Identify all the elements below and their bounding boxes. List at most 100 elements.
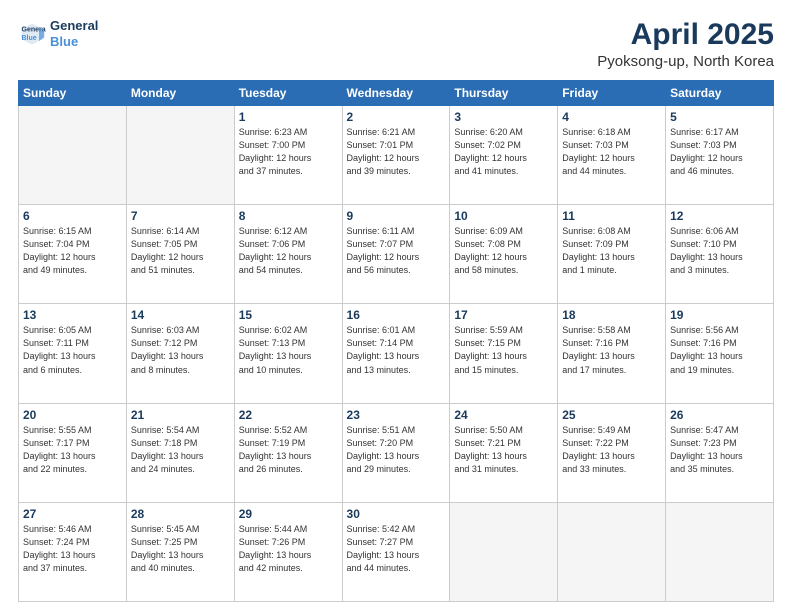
col-monday: Monday <box>126 81 234 106</box>
day-number: 30 <box>347 507 446 521</box>
day-number: 2 <box>347 110 446 124</box>
day-number: 22 <box>239 408 338 422</box>
page: General Blue General Blue April 2025 Pyo… <box>0 0 792 612</box>
day-number: 17 <box>454 308 553 322</box>
day-cell: 6 Sunrise: 6:15 AM Sunset: 7:04 PM Daylig… <box>19 205 127 304</box>
day-cell: 29 Sunrise: 5:44 AM Sunset: 7:26 PM Dayli… <box>234 502 342 601</box>
day-number: 10 <box>454 209 553 223</box>
day-cell: 19 Sunrise: 5:56 AM Sunset: 7:16 PM Dayli… <box>666 304 774 403</box>
day-cell: 7 Sunrise: 6:14 AM Sunset: 7:05 PM Daylig… <box>126 205 234 304</box>
day-info: Sunrise: 5:47 AM Sunset: 7:23 PM Dayligh… <box>670 424 769 476</box>
day-cell: 26 Sunrise: 5:47 AM Sunset: 7:23 PM Dayli… <box>666 403 774 502</box>
day-cell: 13 Sunrise: 6:05 AM Sunset: 7:11 PM Dayli… <box>19 304 127 403</box>
day-number: 6 <box>23 209 122 223</box>
day-number: 5 <box>670 110 769 124</box>
day-info: Sunrise: 5:44 AM Sunset: 7:26 PM Dayligh… <box>239 523 338 575</box>
day-number: 21 <box>131 408 230 422</box>
day-info: Sunrise: 6:17 AM Sunset: 7:03 PM Dayligh… <box>670 126 769 178</box>
day-info: Sunrise: 6:05 AM Sunset: 7:11 PM Dayligh… <box>23 324 122 376</box>
day-info: Sunrise: 5:50 AM Sunset: 7:21 PM Dayligh… <box>454 424 553 476</box>
week-row-1: 1 Sunrise: 6:23 AM Sunset: 7:00 PM Daylig… <box>19 106 774 205</box>
day-info: Sunrise: 6:20 AM Sunset: 7:02 PM Dayligh… <box>454 126 553 178</box>
day-number: 26 <box>670 408 769 422</box>
day-number: 4 <box>562 110 661 124</box>
day-cell: 3Sunrise: 6:20 AM Sunset: 7:02 PM Daylig… <box>450 106 558 205</box>
day-cell: 23 Sunrise: 5:51 AM Sunset: 7:20 PM Dayli… <box>342 403 450 502</box>
day-info: Sunrise: 5:51 AM Sunset: 7:20 PM Dayligh… <box>347 424 446 476</box>
day-cell: 14Sunrise: 6:03 AM Sunset: 7:12 PM Dayli… <box>126 304 234 403</box>
day-number: 27 <box>23 507 122 521</box>
day-cell: 20Sunrise: 5:55 AM Sunset: 7:17 PM Dayli… <box>19 403 127 502</box>
day-info: Sunrise: 6:03 AM Sunset: 7:12 PM Dayligh… <box>131 324 230 376</box>
day-info: Sunrise: 5:59 AM Sunset: 7:15 PM Dayligh… <box>454 324 553 376</box>
day-cell: 5 Sunrise: 6:17 AM Sunset: 7:03 PM Daylig… <box>666 106 774 205</box>
day-info: Sunrise: 6:21 AM Sunset: 7:01 PM Dayligh… <box>347 126 446 178</box>
day-number: 13 <box>23 308 122 322</box>
day-cell <box>666 502 774 601</box>
day-info: Sunrise: 6:02 AM Sunset: 7:13 PM Dayligh… <box>239 324 338 376</box>
month-title: April 2025 <box>597 18 774 51</box>
day-info: Sunrise: 6:23 AM Sunset: 7:00 PM Dayligh… <box>239 126 338 178</box>
day-info: Sunrise: 5:58 AM Sunset: 7:16 PM Dayligh… <box>562 324 661 376</box>
day-number: 15 <box>239 308 338 322</box>
svg-text:Blue: Blue <box>22 35 37 42</box>
day-cell: 2 Sunrise: 6:21 AM Sunset: 7:01 PM Daylig… <box>342 106 450 205</box>
col-sunday: Sunday <box>19 81 127 106</box>
week-row-4: 20Sunrise: 5:55 AM Sunset: 7:17 PM Dayli… <box>19 403 774 502</box>
col-wednesday: Wednesday <box>342 81 450 106</box>
col-thursday: Thursday <box>450 81 558 106</box>
day-number: 16 <box>347 308 446 322</box>
day-number: 11 <box>562 209 661 223</box>
day-number: 23 <box>347 408 446 422</box>
day-info: Sunrise: 5:45 AM Sunset: 7:25 PM Dayligh… <box>131 523 230 575</box>
day-cell: 8 Sunrise: 6:12 AM Sunset: 7:06 PM Daylig… <box>234 205 342 304</box>
calendar-table: Sunday Monday Tuesday Wednesday Thursday… <box>18 80 774 602</box>
logo: General Blue General Blue <box>18 18 98 49</box>
week-row-3: 13 Sunrise: 6:05 AM Sunset: 7:11 PM Dayli… <box>19 304 774 403</box>
day-number: 18 <box>562 308 661 322</box>
day-cell: 18 Sunrise: 5:58 AM Sunset: 7:16 PM Dayli… <box>558 304 666 403</box>
day-info: Sunrise: 5:49 AM Sunset: 7:22 PM Dayligh… <box>562 424 661 476</box>
location-title: Pyoksong-up, North Korea <box>597 53 774 70</box>
col-saturday: Saturday <box>666 81 774 106</box>
day-cell: 1 Sunrise: 6:23 AM Sunset: 7:00 PM Daylig… <box>234 106 342 205</box>
day-info: Sunrise: 5:56 AM Sunset: 7:16 PM Dayligh… <box>670 324 769 376</box>
day-info: Sunrise: 5:54 AM Sunset: 7:18 PM Dayligh… <box>131 424 230 476</box>
day-number: 9 <box>347 209 446 223</box>
day-cell: 4Sunrise: 6:18 AM Sunset: 7:03 PM Daylig… <box>558 106 666 205</box>
day-info: Sunrise: 5:42 AM Sunset: 7:27 PM Dayligh… <box>347 523 446 575</box>
day-info: Sunrise: 5:55 AM Sunset: 7:17 PM Dayligh… <box>23 424 122 476</box>
day-info: Sunrise: 6:15 AM Sunset: 7:04 PM Dayligh… <box>23 225 122 277</box>
day-number: 25 <box>562 408 661 422</box>
header: General Blue General Blue April 2025 Pyo… <box>18 18 774 70</box>
title-block: April 2025 Pyoksong-up, North Korea <box>597 18 774 70</box>
day-cell: 24 Sunrise: 5:50 AM Sunset: 7:21 PM Dayli… <box>450 403 558 502</box>
logo-text: General <box>50 18 98 34</box>
day-number: 12 <box>670 209 769 223</box>
day-cell: 16Sunrise: 6:01 AM Sunset: 7:14 PM Dayli… <box>342 304 450 403</box>
day-number: 7 <box>131 209 230 223</box>
day-info: Sunrise: 5:46 AM Sunset: 7:24 PM Dayligh… <box>23 523 122 575</box>
logo-subtext: Blue <box>50 34 98 50</box>
col-tuesday: Tuesday <box>234 81 342 106</box>
day-info: Sunrise: 6:08 AM Sunset: 7:09 PM Dayligh… <box>562 225 661 277</box>
day-number: 29 <box>239 507 338 521</box>
day-cell <box>558 502 666 601</box>
day-cell: 28Sunrise: 5:45 AM Sunset: 7:25 PM Dayli… <box>126 502 234 601</box>
day-cell: 9Sunrise: 6:11 AM Sunset: 7:07 PM Daylig… <box>342 205 450 304</box>
day-number: 24 <box>454 408 553 422</box>
day-cell: 11 Sunrise: 6:08 AM Sunset: 7:09 PM Dayli… <box>558 205 666 304</box>
day-cell: 12 Sunrise: 6:06 AM Sunset: 7:10 PM Dayli… <box>666 205 774 304</box>
day-info: Sunrise: 6:12 AM Sunset: 7:06 PM Dayligh… <box>239 225 338 277</box>
day-number: 8 <box>239 209 338 223</box>
day-info: Sunrise: 6:14 AM Sunset: 7:05 PM Dayligh… <box>131 225 230 277</box>
day-info: Sunrise: 5:52 AM Sunset: 7:19 PM Dayligh… <box>239 424 338 476</box>
logo-icon: General Blue <box>18 20 46 48</box>
day-number: 1 <box>239 110 338 124</box>
day-number: 19 <box>670 308 769 322</box>
day-cell: 27 Sunrise: 5:46 AM Sunset: 7:24 PM Dayli… <box>19 502 127 601</box>
day-cell: 17 Sunrise: 5:59 AM Sunset: 7:15 PM Dayli… <box>450 304 558 403</box>
day-info: Sunrise: 6:09 AM Sunset: 7:08 PM Dayligh… <box>454 225 553 277</box>
header-row: Sunday Monday Tuesday Wednesday Thursday… <box>19 81 774 106</box>
day-info: Sunrise: 6:06 AM Sunset: 7:10 PM Dayligh… <box>670 225 769 277</box>
